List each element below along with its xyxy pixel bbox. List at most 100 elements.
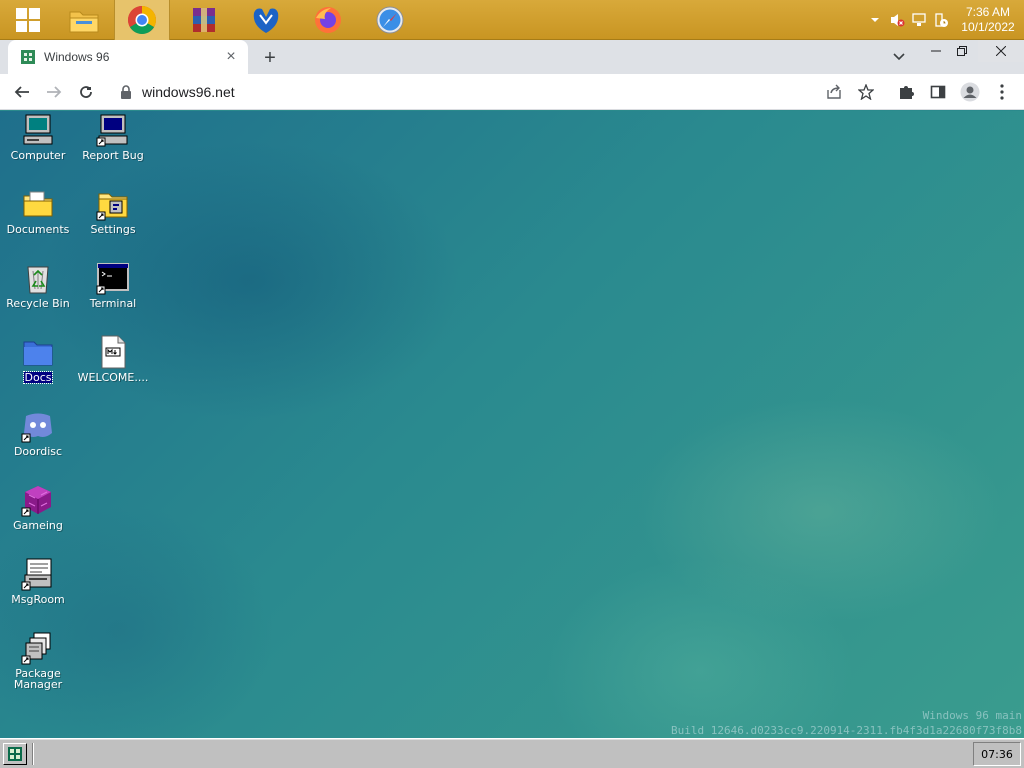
desktop-icon-label: Report Bug	[82, 149, 144, 162]
desktop-icon-label: WELCOME....	[77, 371, 149, 384]
build-watermark: Windows 96 main Build 12646.d0233cc9.220…	[671, 708, 1022, 738]
desktop-icon-label: Package Manager	[13, 667, 63, 691]
forward-button[interactable]	[42, 80, 66, 104]
firefox-taskbar-button[interactable]	[300, 0, 356, 40]
winrar-taskbar-button[interactable]	[176, 0, 232, 40]
firefox-icon	[315, 7, 341, 33]
win96-start-button[interactable]	[3, 743, 27, 765]
tab-search-button[interactable]	[888, 46, 910, 68]
markdown-file-icon	[101, 335, 126, 369]
desktop-icon-msgroom[interactable]: MsgRoom	[1, 555, 75, 629]
tab-windows-96[interactable]: Windows 96 ×	[8, 40, 248, 74]
side-panel-button[interactable]	[926, 80, 950, 104]
computer-icon	[23, 114, 53, 145]
speaker-muted-icon	[891, 14, 905, 27]
desktop-icon-docs[interactable]: Docs	[1, 333, 75, 407]
lock-icon[interactable]	[118, 84, 134, 100]
desktop-icon-settings[interactable]: Settings	[76, 185, 150, 259]
battery-clock-icon	[935, 13, 948, 27]
safari-icon	[376, 6, 404, 34]
minimize-icon	[931, 50, 941, 52]
side-panel-icon	[930, 85, 946, 99]
chrome-icon	[128, 6, 156, 34]
desktop-icon-terminal[interactable]: Terminal	[76, 259, 150, 333]
blue-folder-icon	[23, 341, 53, 366]
back-button[interactable]	[10, 80, 34, 104]
extensions-button[interactable]	[894, 80, 918, 104]
volume-muted-button[interactable]	[886, 0, 908, 40]
arrow-left-icon	[14, 86, 29, 98]
share-icon	[827, 84, 841, 99]
star-icon	[858, 84, 874, 100]
win96-clock[interactable]: 07:36	[973, 742, 1021, 766]
host-taskbar: 7:36 AM 10/1/2022	[0, 0, 1024, 40]
host-clock[interactable]: 7:36 AM 10/1/2022	[952, 0, 1024, 40]
desktop-icon-documents[interactable]: Documents	[1, 185, 75, 259]
bookmark-button[interactable]	[854, 80, 878, 104]
clock-date: 10/1/2022	[961, 20, 1015, 34]
build-name: Windows 96 main	[922, 709, 1022, 722]
windows-logo-icon	[16, 8, 40, 32]
close-window-button[interactable]	[978, 40, 1024, 62]
desktop-icon-label: Gameing	[13, 519, 63, 532]
url-text[interactable]: windows96.net	[142, 84, 884, 100]
win96-taskbar: 07:36	[0, 738, 1024, 768]
close-icon	[996, 46, 1006, 56]
package-manager-icon	[21, 632, 51, 665]
restore-icon	[957, 46, 967, 56]
network-button[interactable]	[908, 0, 930, 40]
system-tray: 7:36 AM 10/1/2022	[864, 0, 1024, 40]
desktop-icon-recycle-bin[interactable]: Recycle Bin	[1, 259, 75, 333]
safari-taskbar-button[interactable]	[362, 0, 418, 40]
desktop-icon-label: Documents	[6, 223, 70, 236]
tab-close-icon[interactable]: ×	[222, 48, 240, 66]
chevron-up-icon	[871, 18, 879, 22]
reload-icon	[80, 86, 92, 98]
menu-button[interactable]	[990, 80, 1014, 104]
settings-folder-icon	[96, 193, 128, 221]
file-explorer-button[interactable]	[56, 0, 112, 40]
malwarebytes-icon	[253, 8, 279, 33]
clock-time: 7:36 AM	[965, 5, 1011, 19]
chrome-taskbar-button[interactable]	[114, 0, 170, 40]
desktop-icon-package-manager[interactable]: Package Manager	[1, 629, 75, 703]
share-button[interactable]	[822, 80, 846, 104]
terminal-icon	[96, 263, 129, 295]
network-icon	[912, 13, 926, 26]
malwarebytes-taskbar-button[interactable]	[238, 0, 294, 40]
tab-title: Windows 96	[44, 50, 110, 64]
desktop-icon-gameing[interactable]: Gameing	[1, 481, 75, 555]
file-explorer-icon	[69, 11, 99, 33]
desktop-icon-label: Doordisc	[13, 445, 63, 458]
desktop-icon-label: Docs	[22, 371, 54, 384]
taskbar-separator	[32, 743, 34, 765]
desktop-icon-label: Settings	[90, 223, 136, 236]
win96-desktop[interactable]: Computer Documents Recycle Bin Docs Door…	[0, 111, 1024, 738]
profile-button[interactable]	[958, 80, 982, 104]
build-number: Build 12646.d0233cc9.220914-2311.fb4f3d1…	[671, 724, 1022, 737]
arrow-right-icon	[47, 86, 62, 98]
desktop-icon-label: Recycle Bin	[6, 297, 70, 310]
desktop-icon-welcome[interactable]: WELCOME....	[76, 333, 150, 407]
windows-start-button[interactable]	[0, 0, 56, 40]
desktop-icon-label: MsgRoom	[11, 593, 65, 606]
desktop-icon-doordisc[interactable]: Doordisc	[1, 407, 75, 481]
reload-button[interactable]	[74, 80, 98, 104]
puzzle-piece-icon	[900, 86, 914, 99]
avatar-icon	[960, 82, 980, 102]
restore-button[interactable]	[946, 40, 978, 62]
desktop-icon-computer[interactable]: Computer	[1, 111, 75, 185]
documents-folder-icon	[23, 191, 53, 217]
desktop-icon-label: Computer	[10, 149, 66, 162]
windows96-favicon-icon	[21, 50, 35, 64]
address-bar[interactable]: windows96.net	[108, 78, 884, 106]
new-tab-button[interactable]: +	[258, 46, 282, 70]
three-dots-icon	[1000, 84, 1004, 100]
desktop-icon-report-bug[interactable]: Report Bug	[76, 111, 150, 185]
chevron-down-icon	[893, 53, 905, 61]
tray-overflow-button[interactable]	[864, 0, 886, 40]
browser-tab-strip: Windows 96 × +	[0, 40, 1024, 74]
power-button[interactable]	[930, 0, 952, 40]
gameing-cube-icon	[21, 486, 51, 517]
desktop-icon-label: Terminal	[89, 297, 137, 310]
